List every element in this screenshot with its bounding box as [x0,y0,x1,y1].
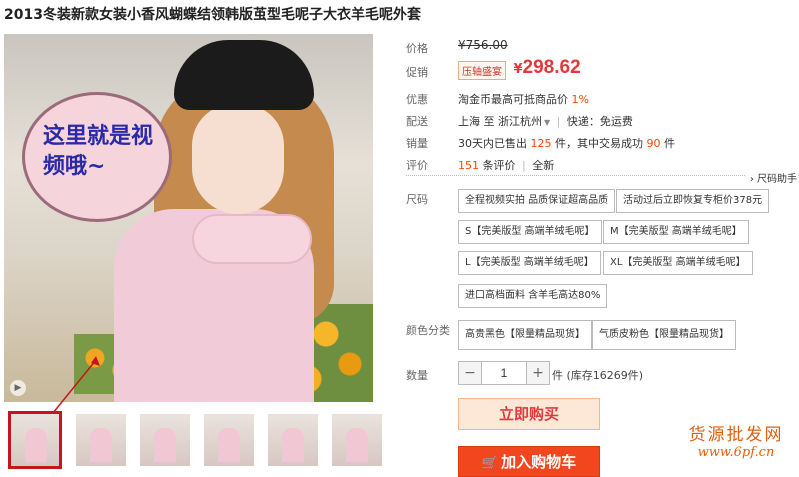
quantity-label: 数量 [406,369,428,382]
review-all[interactable]: 全新 [532,159,554,172]
ship-from: 上海 [458,115,480,128]
buy-now-button[interactable]: 立即购买 [458,398,600,430]
stock-info: 件 (库存16269件) [552,369,644,382]
reviews-label: 评价 [406,159,428,172]
info-divider [406,175,799,176]
color-label: 颜色分类 [406,324,450,337]
size-label: 尺码 [406,193,428,206]
ship-destination[interactable]: 浙江杭州 [498,115,542,128]
play-icon[interactable]: ▶ [10,380,26,396]
currency-symbol: ¥ [513,62,523,77]
size-option-xl[interactable]: XL【完美版型 高端羊绒毛呢】 [603,251,753,275]
thumbnail-6[interactable] [332,414,382,466]
size-option-m[interactable]: M【完美版型 高端羊绒毛呢】 [603,220,749,244]
sales-prefix: 30天内已售出 [458,137,527,150]
review-count[interactable]: 151 [458,159,479,172]
watermark-line2: www.6pf.cn [697,445,775,460]
price-label: 价格 [406,42,428,55]
thumbnail-3[interactable] [140,414,190,466]
add-to-cart-button[interactable]: 🛒 加入购物车 [458,446,600,477]
original-price: ¥756.00 [458,38,508,52]
thumbnail-2[interactable] [76,414,126,466]
thumbnail-5[interactable] [268,414,318,466]
size-helper-arrow-icon: › [749,174,754,185]
watermark-line1: 货源批发网 [688,425,784,445]
chevron-down-icon[interactable]: ▼ [544,118,550,127]
quantity-increase-button[interactable]: + [526,361,550,385]
benefit-text: 淘金币最高可抵商品价 [458,93,568,106]
size-helper-link[interactable]: › 尺码助手 [745,170,797,185]
review-separator: | [522,159,526,172]
shipping-label: 配送 [406,115,428,128]
ship-to-word: 至 [483,115,495,128]
color-option-pink[interactable]: 气质皮粉色【限量精品现货】 [592,320,736,350]
size-option-s[interactable]: S【完美版型 高端羊绒毛呢】 [458,220,602,244]
benefit-percent: 1% [571,93,589,106]
express-fee: 快递：免运费 [566,115,633,128]
size-option-2[interactable]: 活动过后立即恢复专柜价378元 [616,189,770,213]
sales-suffix: 件 [664,137,675,150]
site-watermark: 货源批发网 www.6pf.cn [676,420,796,460]
add-to-cart-label: 加入购物车 [501,453,577,471]
thumbnail-strip [8,411,382,469]
promo-badge: 压轴盛宴 [458,60,506,80]
size-option-1[interactable]: 全程视频实拍 品质保证超高品质 [458,189,616,213]
main-product-image[interactable]: 这里就是视频哦~ ▶ [4,34,373,402]
sales-sold: 125 [530,137,552,150]
thumbnail-1[interactable] [8,411,62,469]
color-option-black[interactable]: 高贵黑色【限量精品现货】 [458,320,592,350]
sales-middle: 件，其中交易成功 [555,137,643,150]
video-hint-bubble: 这里就是视频哦~ [22,92,172,222]
ship-separator: | [556,115,561,128]
sales-label: 销量 [406,137,428,150]
quantity-stepper: − 1 + [458,361,550,385]
review-count-suffix[interactable]: 条评价 [483,159,516,172]
quantity-decrease-button[interactable]: − [458,361,482,385]
video-hint-text: 这里就是视频哦~ [43,123,154,179]
quantity-input[interactable]: 1 [482,361,526,385]
benefit-label: 优惠 [406,93,428,106]
current-price: 298.62 [522,57,581,78]
promo-label: 促销 [406,66,428,79]
model-hat [174,40,314,110]
coat-bow [192,214,312,264]
sales-success: 90 [646,137,661,150]
size-option-7[interactable]: 进口高档面料 含羊毛高达80% [458,284,608,308]
model-face [192,104,284,214]
product-title: 2013冬装新款女装小香风蝴蝶结领韩版茧型毛呢子大衣羊毛呢外套 [4,7,421,23]
size-helper-text: 尺码助手 [757,174,797,185]
size-option-l[interactable]: L【完美版型 高端羊绒毛呢】 [458,251,601,275]
thumbnail-4[interactable] [204,414,254,466]
cart-icon: 🛒 [481,456,499,471]
